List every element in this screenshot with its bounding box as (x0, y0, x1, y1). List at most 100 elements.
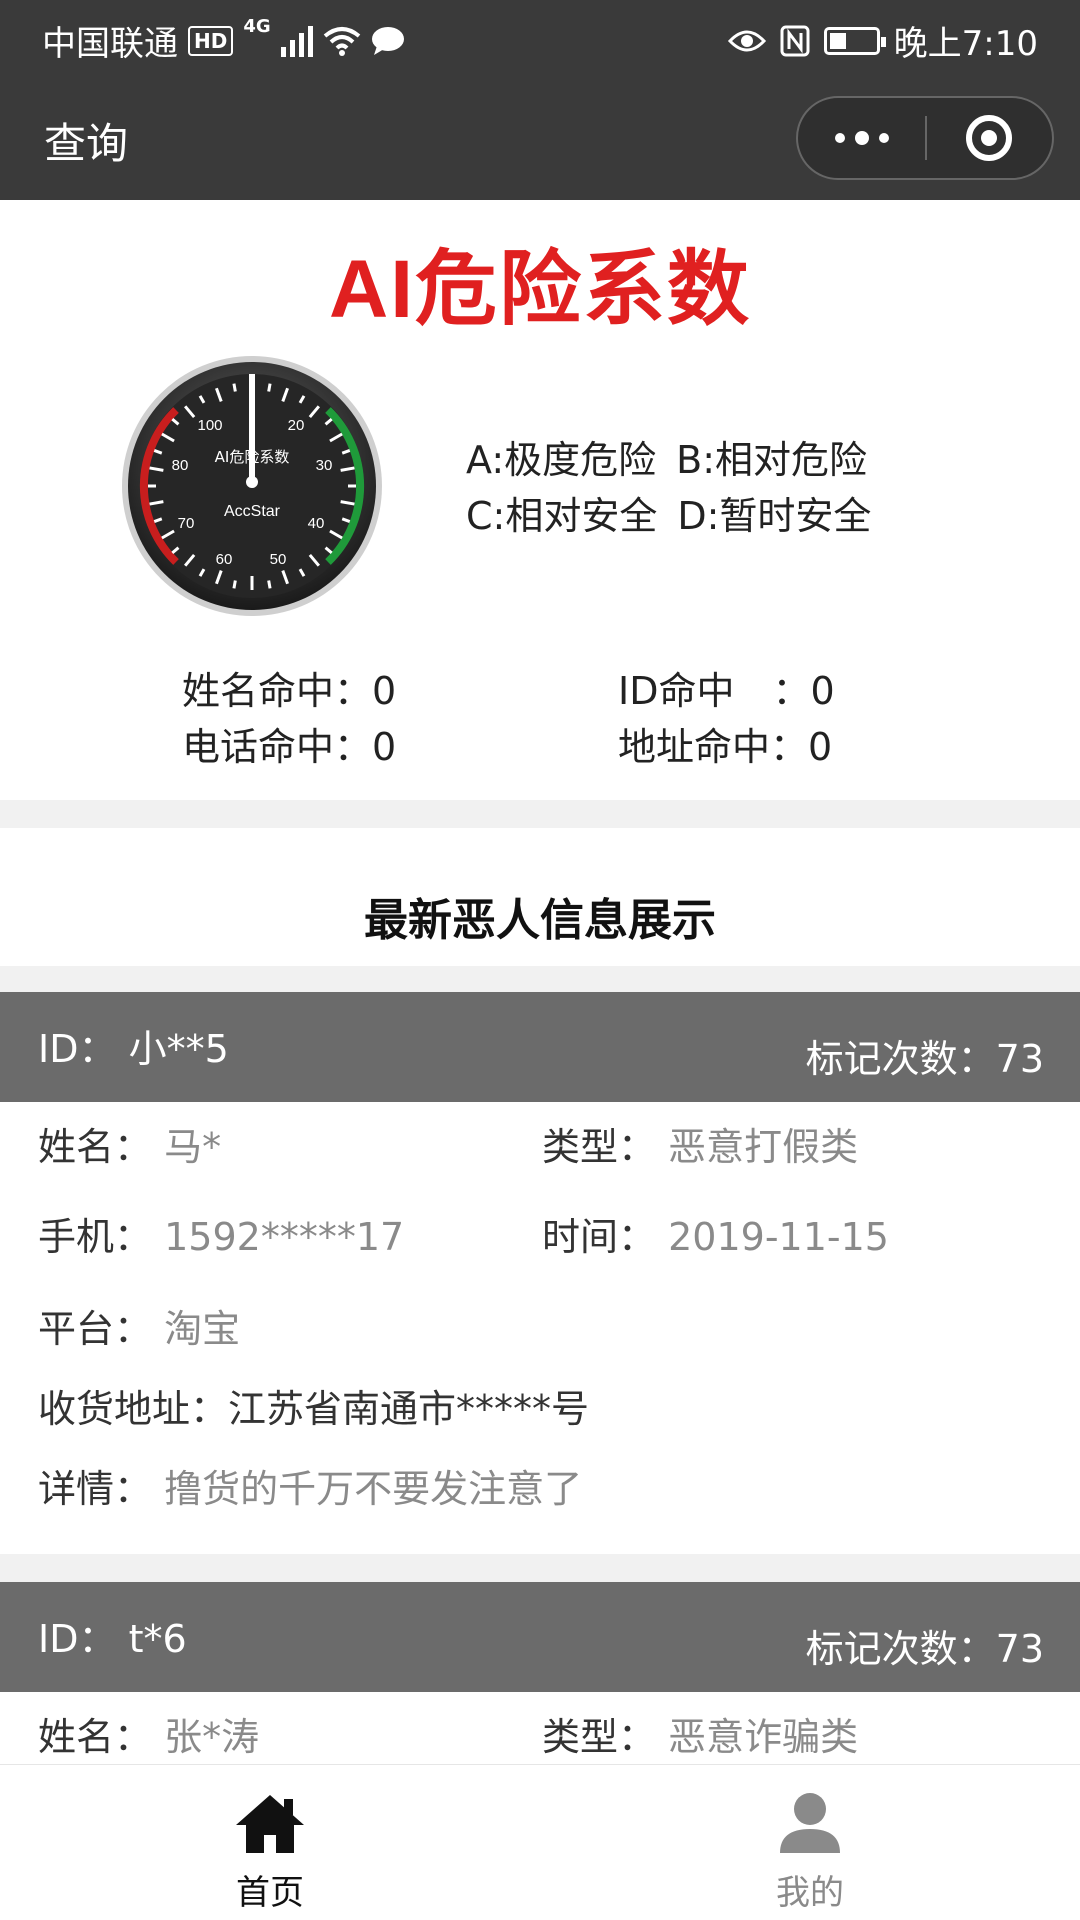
network-type: 4G (243, 16, 271, 37)
eye-icon (727, 30, 766, 51)
gauge-needle (249, 374, 255, 482)
record-mark-count: 标记次数：73 (806, 1618, 1044, 1673)
status-time: 晚上7:10 (893, 24, 1038, 64)
status-right: 晚上7:10 (727, 16, 1038, 65)
nav-bar: 查询 (0, 76, 1080, 200)
phone-hits: 电话命中：0 (182, 725, 397, 769)
field-label: 收货地址： (38, 1387, 229, 1431)
danger-gauge: 100 20 80 30 70 40 60 50 AI危险系数 AccStar (118, 352, 386, 620)
record-id-value: 小**5 (128, 1027, 229, 1071)
gauge-tick-label: 40 (308, 515, 325, 532)
field-label: 手机： (38, 1215, 153, 1259)
mark-count-label: 标记次数： (805, 1037, 996, 1081)
record-header: ID： 小**5 标记次数：73 (0, 992, 1080, 1102)
carrier-name: 中国联通 (42, 24, 178, 64)
more-dot-icon (834, 133, 845, 143)
wifi-icon (323, 26, 360, 56)
name-hits: 姓名命中：0 (182, 669, 397, 713)
field-value: 1592*****17 (164, 1215, 405, 1259)
nfc-icon (780, 25, 810, 56)
more-button[interactable] (798, 98, 925, 178)
signal-icon (280, 25, 313, 57)
gauge-tick-mark (232, 580, 237, 589)
record-phone: 手机： 1592*****17 (38, 1206, 404, 1261)
record-type: 类型： 恶意打假类 (542, 1116, 858, 1171)
field-label: 类型： (542, 1125, 657, 1169)
more-dot-icon (878, 133, 889, 143)
legend-a: A:极度危险 (466, 438, 657, 482)
gauge-tick-label: 50 (270, 551, 287, 568)
user-icon (780, 1793, 840, 1853)
tab-mine-label: 我的 (776, 1873, 844, 1913)
tab-home-label: 首页 (236, 1873, 304, 1913)
status-bar: 中国联通 HD 4G 晚上7:10 (0, 0, 1080, 76)
record-header: ID： t*6 标记次数：73 (0, 1582, 1080, 1692)
record-id: ID： 小**5 (38, 1018, 229, 1073)
gauge-tick-label: 20 (288, 417, 305, 434)
record-id-value: t*6 (128, 1617, 187, 1661)
field-value: 张*涛 (164, 1715, 260, 1759)
field-value: 江苏省南通市*****号 (228, 1387, 590, 1431)
field-label: 类型： (542, 1715, 657, 1759)
gauge-label-bottom: AccStar (224, 503, 281, 520)
gauge-tick-mark (267, 383, 272, 392)
gauge-tick-label: 70 (178, 515, 195, 532)
top-bar: 中国联通 HD 4G 晚上7:10 查询 (0, 0, 1080, 200)
gauge-tick-label: 30 (316, 457, 333, 474)
message-icon (371, 26, 404, 55)
bottom-tab-bar: 首页 我的 (0, 1764, 1080, 1920)
gauge-tick-mark (267, 580, 272, 589)
record-type: 类型： 恶意诈骗类 (542, 1706, 858, 1761)
legend-b: B:相对危险 (676, 438, 868, 482)
tab-mine[interactable]: 我的 (540, 1765, 1080, 1920)
field-value: 淘宝 (164, 1307, 241, 1351)
tab-home[interactable]: 首页 (0, 1765, 540, 1920)
record-card[interactable]: ID： t*6 标记次数：73 姓名： 张*涛 类型： 恶意诈骗类 (0, 1582, 1080, 1764)
record-address: 收货地址：江苏省南通市*****号 (38, 1378, 589, 1433)
field-label: 姓名： (38, 1125, 153, 1169)
gauge-dial: 100 20 80 30 70 40 60 50 AI危险系数 AccStar (122, 356, 382, 616)
card-divider (0, 1554, 1080, 1582)
danger-title: AI危险系数 (328, 244, 751, 335)
record-name: 姓名： 张*涛 (38, 1706, 259, 1761)
page-title: 查询 (44, 119, 129, 168)
record-card[interactable]: ID： 小**5 标记次数：73 姓名： 马* 类型： 恶意打假类 手机： 15… (0, 992, 1080, 1546)
section-title: 最新恶人信息展示 (364, 895, 716, 946)
record-id: ID： t*6 (38, 1608, 187, 1663)
section-divider (0, 800, 1080, 828)
field-value: 撸货的千万不要发注意了 (164, 1467, 583, 1511)
field-label: 详情： (38, 1467, 153, 1511)
mark-count-label: 标记次数： (805, 1627, 996, 1671)
record-mark-count: 标记次数：73 (806, 1028, 1044, 1083)
legend-c: C:相对安全 (466, 494, 658, 538)
gauge-tick-label: 100 (197, 417, 222, 434)
record-id-label: ID： (38, 1617, 117, 1661)
battery-icon (823, 26, 886, 55)
record-name: 姓名： 马* (38, 1116, 221, 1171)
address-hits: 地址命中：0 (618, 725, 833, 769)
id-hits: ID命中 ：0 (618, 669, 835, 713)
field-label: 姓名： (38, 1715, 153, 1759)
hd-badge: HD (188, 25, 234, 56)
legend-row: A:极度危险 B:相对危险 (466, 432, 871, 488)
gauge-tick-mark (232, 383, 237, 392)
gauge-tick-label: 60 (216, 551, 233, 568)
more-dot-icon (854, 131, 869, 145)
field-value: 恶意诈骗类 (668, 1715, 859, 1759)
field-value: 马* (164, 1125, 222, 1169)
home-icon (236, 1795, 304, 1853)
danger-legend: A:极度危险 B:相对危险 C:相对安全 D:暂时安全 (466, 432, 871, 544)
legend-row: C:相对安全 D:暂时安全 (466, 488, 871, 544)
field-value: 2019-11-15 (668, 1215, 889, 1259)
target-circle-icon (966, 115, 1013, 161)
mark-count-value: 73 (995, 1627, 1044, 1671)
section-divider (0, 966, 1080, 992)
close-mini-program-button[interactable] (927, 98, 1052, 178)
gauge-tick-label: 80 (172, 457, 189, 474)
status-left: 中国联通 HD 4G (42, 16, 405, 65)
record-detail: 详情： 撸货的千万不要发注意了 (38, 1458, 582, 1513)
mini-program-capsule (796, 96, 1054, 180)
record-id-label: ID： (38, 1027, 117, 1071)
mark-count-value: 73 (995, 1037, 1044, 1081)
field-label: 平台： (38, 1307, 153, 1351)
